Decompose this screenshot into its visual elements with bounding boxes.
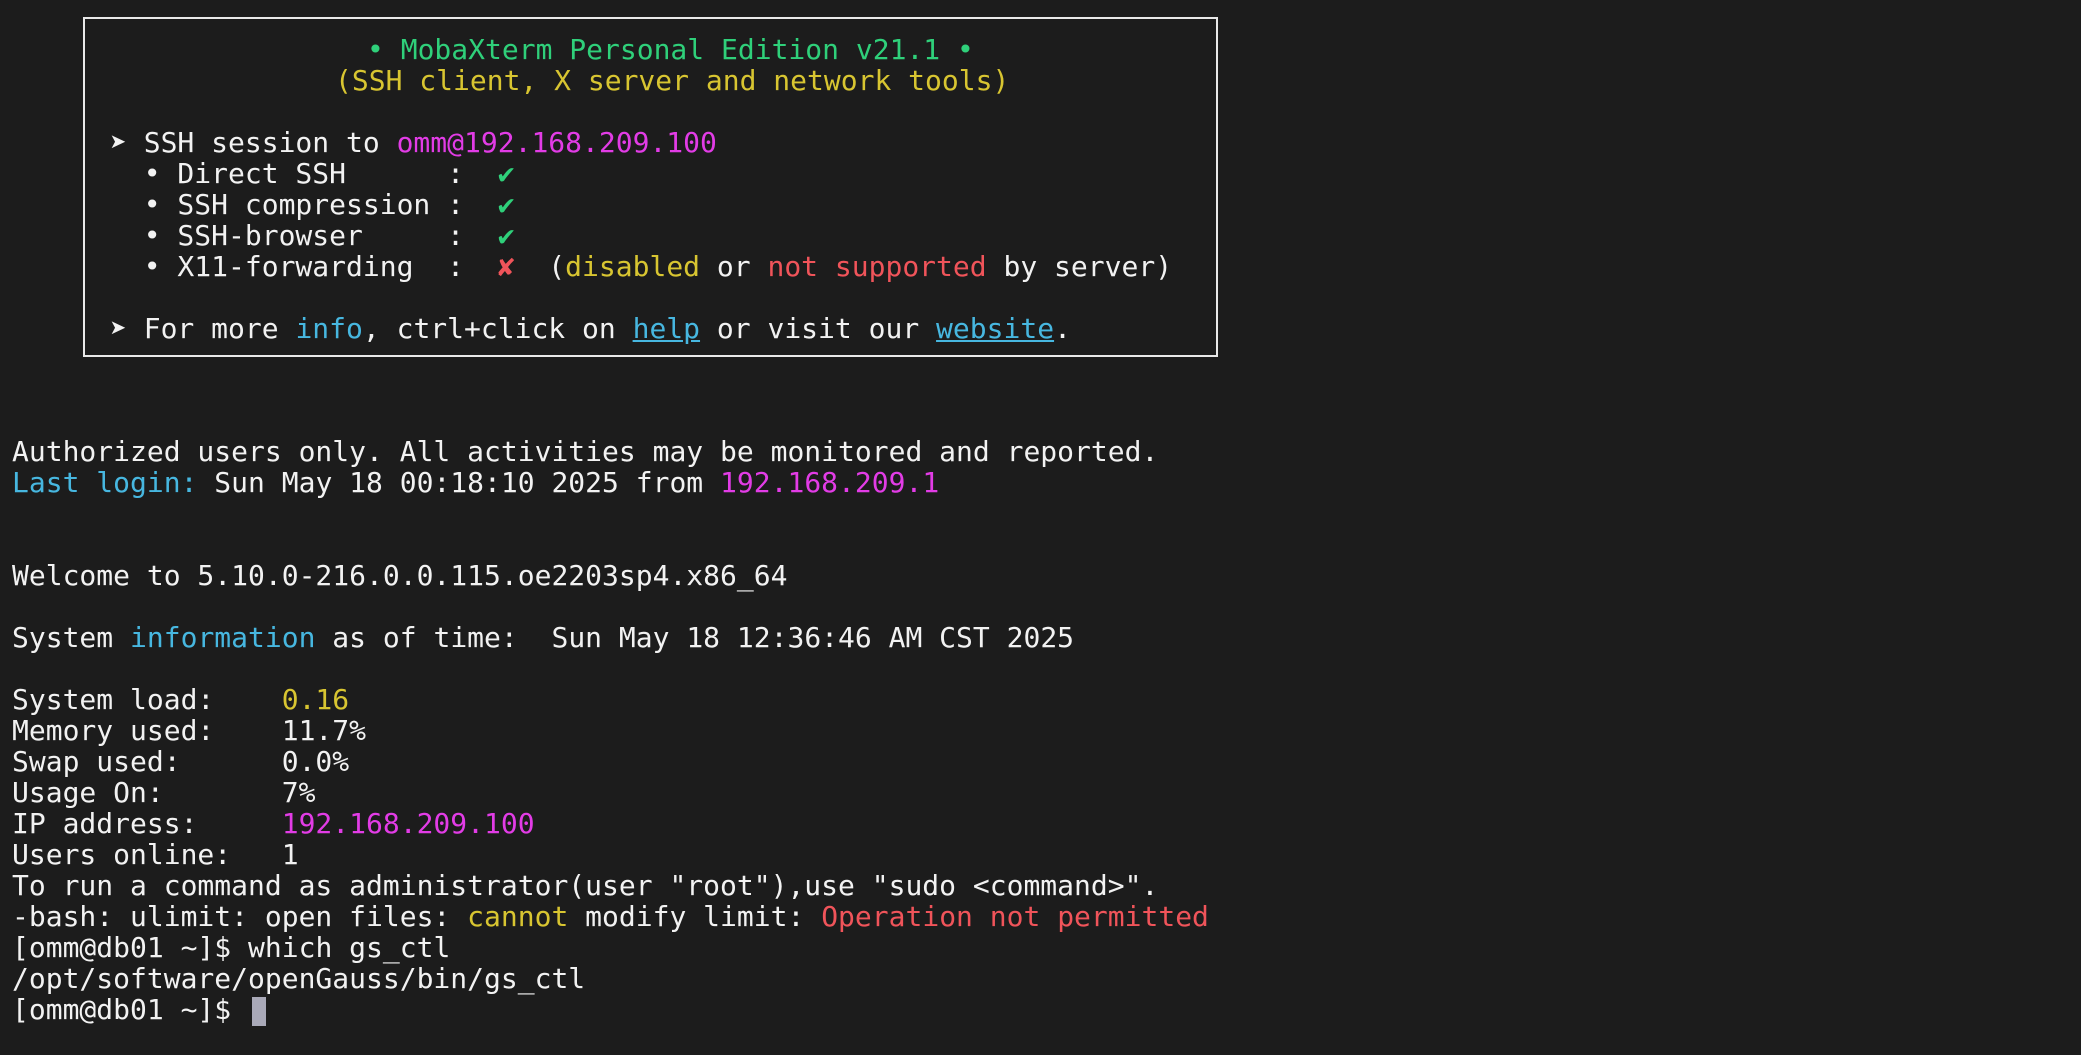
stat-users-online: Users online: 1 — [12, 839, 299, 870]
ssh-session-prefix: ➤ SSH session to — [110, 126, 397, 159]
stat-usage-on: Usage On: 7% — [12, 777, 315, 808]
x11-or: or — [700, 250, 768, 283]
sysinfo-line: System information as of time: Sun May 1… — [12, 622, 1074, 653]
stat-value: 11.7% — [281, 714, 367, 747]
mobaxterm-banner: • MobaXterm Personal Edition v21.1 • (SS… — [83, 17, 1218, 357]
stat-value: 7% — [281, 776, 316, 809]
feature-ssh-compression: • SSH compression : ✔ — [110, 189, 515, 220]
sysinfo-word: information — [130, 621, 316, 654]
stat-value: 0.0% — [281, 745, 350, 778]
stat-system-load: System load: 0.16 — [12, 684, 349, 715]
info-mid: , ctrl+click on — [362, 312, 633, 345]
info-line: ➤ For more info, ctrl+click on help or v… — [110, 313, 1071, 344]
ulimit-error-line: -bash: ulimit: open files: cannot modify… — [12, 901, 1209, 932]
command-line-1: [omm@db01 ~]$ which gs_ctl — [12, 932, 450, 963]
cross-icon: ✘ — [497, 250, 515, 283]
x11-note-open: ( — [514, 250, 566, 283]
stat-ip-address: IP address: 192.168.209.100 — [12, 808, 535, 839]
ssh-target: omm@192.168.209.100 — [396, 126, 717, 159]
text-cursor[interactable] — [252, 996, 267, 1026]
shell-prompt: [omm@db01 ~]$ — [12, 931, 249, 964]
banner-title: • MobaXterm Personal Edition v21.1 • — [367, 33, 974, 66]
info-mid2: or visit our — [700, 312, 937, 345]
welcome-line: Welcome to 5.10.0-216.0.0.115.oe2203sp4.… — [12, 559, 788, 592]
stat-label: Usage On: — [12, 776, 282, 809]
stat-label: Swap used: — [12, 745, 282, 778]
help-link[interactable]: help — [633, 312, 700, 345]
last-login-line: Last login: Sun May 18 00:18:10 2025 fro… — [12, 467, 939, 498]
x11-by-server: by server) — [986, 250, 1173, 283]
stat-label: IP address: — [12, 807, 282, 840]
info-end: . — [1054, 312, 1071, 345]
feature-label: • SSH-browser : — [110, 219, 498, 252]
feature-x11-forwarding: • X11-forwarding : ✘ (disabled or not su… — [110, 251, 1172, 282]
ssh-session-line: ➤ SSH session to omm@192.168.209.100 — [110, 127, 717, 158]
ulimit-cannot: cannot — [467, 900, 569, 933]
stat-label: Users online: — [12, 838, 282, 871]
ulimit-error: Operation not permitted — [821, 900, 1209, 933]
terminal-window[interactable]: • MobaXterm Personal Edition v21.1 • (SS… — [0, 0, 2081, 1055]
stat-swap-used: Swap used: 0.0% — [12, 746, 349, 777]
shell-command: which gs_ctl — [248, 931, 451, 964]
stat-value: 0.16 — [281, 683, 350, 716]
command-output-1: /opt/software/openGauss/bin/gs_ctl — [12, 962, 586, 995]
info-word: info — [295, 312, 363, 345]
x11-not-supported: not supported — [767, 250, 987, 283]
feature-label: • Direct SSH : — [110, 157, 498, 190]
last-login-value: Sun May 18 00:18:10 2025 from — [197, 466, 721, 499]
banner-subtitle: (SSH client, X server and network tools) — [335, 64, 1010, 97]
last-login-label: Last login: — [12, 466, 198, 499]
ulimit-mid: modify limit: — [568, 900, 822, 933]
check-icon: ✔ — [497, 188, 515, 221]
check-icon: ✔ — [497, 157, 515, 190]
website-link[interactable]: website — [936, 312, 1054, 345]
stat-memory-used: Memory used: 11.7% — [12, 715, 366, 746]
stat-value: 1 — [281, 838, 299, 871]
sudo-hint: To run a command as administrator(user "… — [12, 869, 1159, 902]
authorized-notice: Authorized users only. All activities ma… — [12, 435, 1159, 468]
x11-disabled: disabled — [565, 250, 701, 283]
last-login-ip: 192.168.209.1 — [720, 466, 940, 499]
command-line-active[interactable]: [omm@db01 ~]$ — [12, 993, 267, 1026]
sysinfo-suffix: as of time: Sun May 18 12:36:46 AM CST 2… — [315, 621, 1075, 654]
info-prefix: ➤ For more — [110, 312, 296, 345]
ulimit-prefix: -bash: ulimit: open files: — [12, 900, 468, 933]
stat-value: 192.168.209.100 — [281, 807, 535, 840]
stat-label: System load: — [12, 683, 282, 716]
shell-prompt: [omm@db01 ~]$ — [12, 993, 249, 1026]
sysinfo-prefix: System — [12, 621, 131, 654]
stat-label: Memory used: — [12, 714, 282, 747]
feature-label: • X11-forwarding : — [110, 250, 498, 283]
feature-direct-ssh: • Direct SSH : ✔ — [110, 158, 515, 189]
check-icon: ✔ — [497, 219, 515, 252]
feature-label: • SSH compression : — [110, 188, 498, 221]
feature-ssh-browser: • SSH-browser : ✔ — [110, 220, 515, 251]
